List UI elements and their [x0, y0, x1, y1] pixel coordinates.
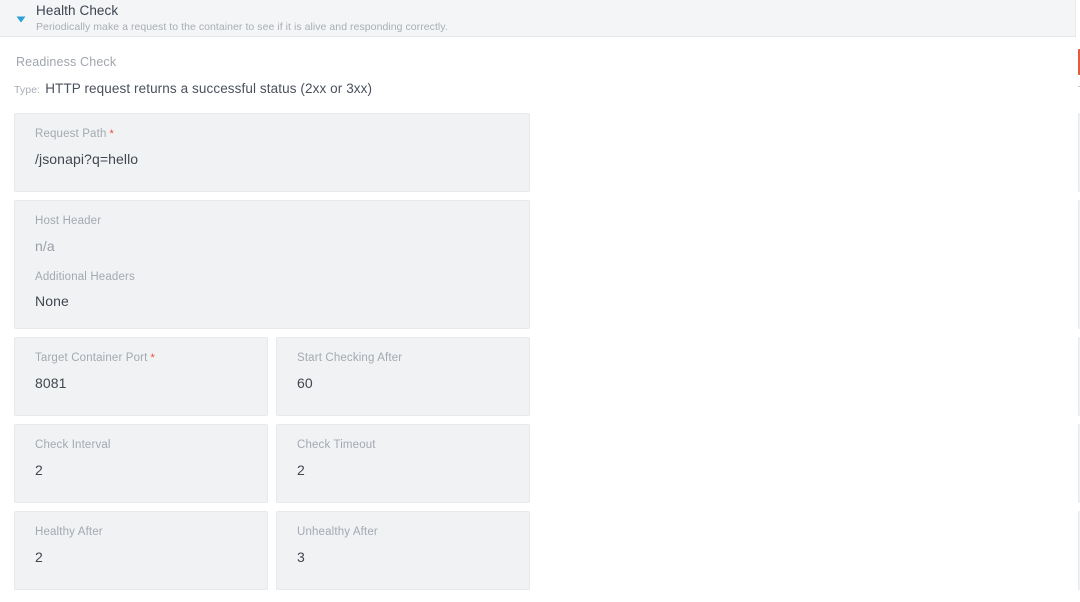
readiness-unhealthy-after-value: 3 — [297, 548, 305, 565]
readiness-healthy-after-value: 2 — [35, 548, 43, 565]
readiness-type-value: HTTP request returns a successful status… — [45, 81, 373, 96]
field-label-text: Target Container Port — [35, 352, 148, 364]
readiness-grid-row-1: Target Container Port * 8081 Start Checki… — [14, 337, 530, 416]
readiness-grid-row-2: Check Interval 2 Check Timeout 2 — [14, 424, 530, 503]
readiness-host-header-value: n/a — [35, 237, 55, 254]
readiness-target-container-port-label: Target Container Port * — [35, 352, 267, 366]
readiness-check-column: Readiness Check Type: HTTP request retur… — [0, 37, 532, 602]
field-label-text: Request Path — [35, 128, 107, 140]
page-title: Health Check — [36, 3, 119, 19]
readiness-start-checking-after-label: Start Checking After — [297, 352, 403, 364]
readiness-start-checking-after-card[interactable]: Start Checking After 60 — [276, 337, 530, 416]
readiness-check-timeout-label: Check Timeout — [297, 439, 376, 451]
readiness-grid-row-3: Healthy After 2 Unhealthy After 3 — [14, 511, 530, 590]
readiness-unhealthy-after-card[interactable]: Unhealthy After 3 — [276, 511, 530, 590]
readiness-host-header-label: Host Header — [35, 215, 102, 227]
health-check-panel: Health Check Periodically make a request… — [0, 0, 1080, 602]
readiness-check-tab-row: Readiness Check — [14, 37, 530, 77]
readiness-type-row: Type: HTTP request returns a successful … — [14, 77, 530, 103]
liveness-check-column: Liveness Check Type: HTTP request return… — [532, 37, 1080, 602]
readiness-check-timeout-value: 2 — [297, 461, 305, 478]
header-description: Periodically make a request to the conta… — [36, 20, 448, 33]
readiness-target-container-port-card[interactable]: Target Container Port * 8081 — [14, 337, 268, 416]
readiness-healthy-after-card[interactable]: Healthy After 2 — [14, 511, 268, 590]
readiness-headers-card[interactable]: Host Header n/a Additional Headers None — [14, 200, 530, 329]
readiness-check-interval-value: 2 — [35, 461, 43, 478]
readiness-start-checking-after-value: 60 — [297, 374, 313, 391]
readiness-target-container-port-value: 8081 — [35, 374, 67, 391]
readiness-additional-headers-label: Additional Headers — [35, 270, 135, 283]
readiness-request-path-label: Request Path * — [35, 128, 529, 142]
readiness-request-path-card[interactable]: Request Path * /jsonapi?q=hello — [14, 113, 530, 192]
readiness-fields: Request Path * /jsonapi?q=hello Host Head… — [14, 113, 530, 590]
readiness-request-path-value: /jsonapi?q=hello — [35, 150, 139, 167]
readiness-check-interval-card[interactable]: Check Interval 2 — [14, 424, 268, 503]
chevron-down-icon[interactable] — [14, 12, 28, 26]
health-check-section-header[interactable]: Health Check Periodically make a request… — [0, 0, 1076, 37]
readiness-check-interval-label: Check Interval — [35, 439, 111, 451]
readiness-additional-headers-value: None — [35, 293, 69, 310]
type-label: Type: — [14, 84, 41, 96]
readiness-unhealthy-after-label: Unhealthy After — [297, 526, 378, 538]
readiness-check-timeout-card[interactable]: Check Timeout 2 — [276, 424, 530, 503]
required-indicator-icon: * — [109, 128, 114, 140]
tab-readiness-check[interactable]: Readiness Check — [14, 49, 125, 75]
header-text-group: Health Check Periodically make a request… — [36, 3, 448, 33]
readiness-healthy-after-label: Healthy After — [35, 526, 103, 538]
health-check-columns: Readiness Check Type: HTTP request retur… — [0, 37, 1080, 602]
required-indicator-icon: * — [150, 352, 155, 364]
